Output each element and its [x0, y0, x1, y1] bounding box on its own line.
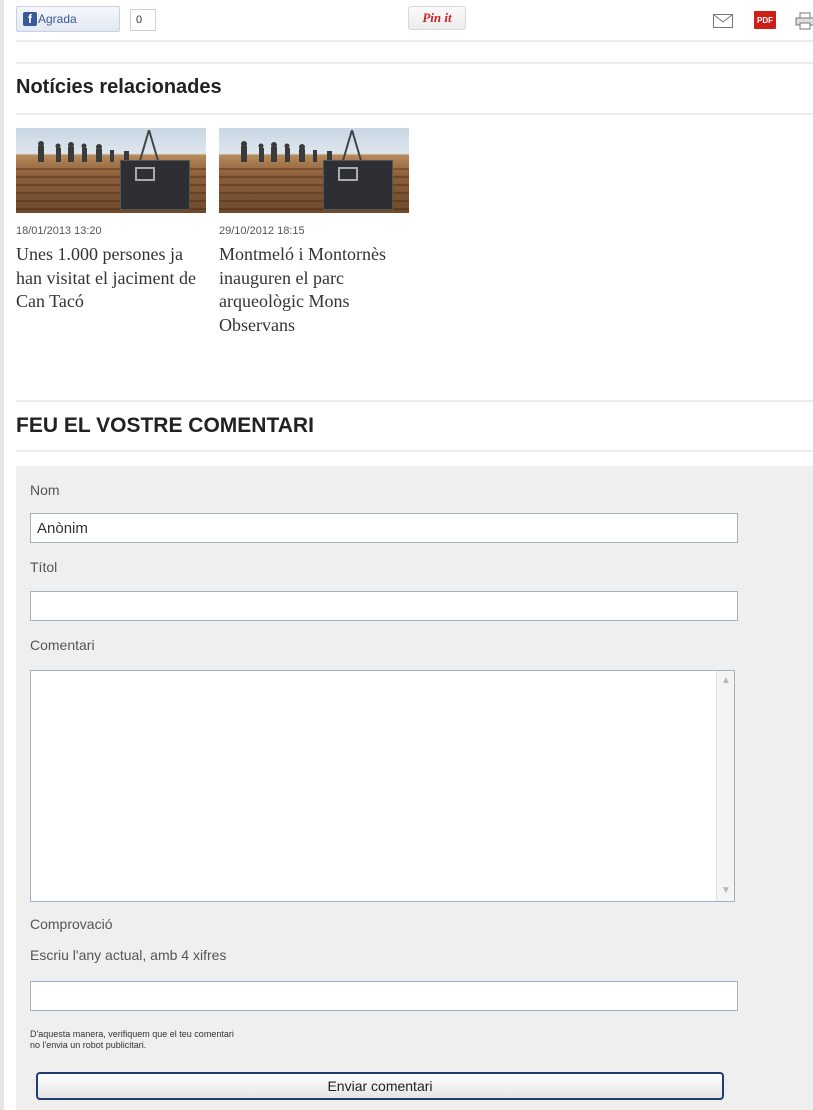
divider: [16, 450, 813, 452]
verification-field[interactable]: [30, 981, 738, 1011]
related-news-item[interactable]: 18/01/2013 13:20 Unes 1.000 persones ja …: [16, 128, 206, 314]
share-bar: f Agrada 0 Pin it PDF: [16, 6, 813, 36]
name-field[interactable]: [30, 513, 738, 543]
mail-icon[interactable]: [713, 14, 733, 28]
divider: [16, 113, 813, 115]
facebook-like-button[interactable]: f Agrada: [16, 6, 120, 32]
title-field[interactable]: [30, 591, 738, 621]
left-border: [0, 0, 4, 1110]
information-sign: [120, 160, 190, 210]
information-sign: [323, 160, 393, 210]
comment-label: Comentari: [30, 637, 95, 653]
comment-form-title: FEU EL VOSTRE COMENTARI: [16, 414, 314, 437]
related-news-list: 18/01/2013 13:20 Unes 1.000 persones ja …: [16, 128, 416, 358]
verification-note: D'aquesta manera, verifiquem que el teu …: [30, 1029, 234, 1051]
divider: [16, 40, 813, 42]
verification-note-line: no l'envia un robot publicitari.: [30, 1040, 147, 1050]
related-news-headline[interactable]: Montmeló i Montornès inauguren el parc a…: [219, 243, 409, 337]
divider: [16, 400, 813, 402]
related-news-headline[interactable]: Unes 1.000 persones ja han visitat el ja…: [16, 243, 206, 314]
facebook-like-label: Agrada: [38, 12, 77, 26]
structure-frame: [341, 130, 363, 164]
scroll-down-icon[interactable]: ▼: [719, 884, 733, 898]
related-news-date: 18/01/2013 13:20: [16, 225, 102, 237]
verification-hint: Escriu l'any actual, amb 4 xifres: [30, 947, 227, 963]
facebook-like-count: 0: [130, 9, 156, 31]
name-label: Nom: [30, 482, 60, 498]
comment-textarea[interactable]: ▲ ▼: [30, 670, 735, 902]
pinterest-button[interactable]: Pin it: [408, 6, 466, 30]
facebook-icon: f: [23, 12, 37, 26]
related-news-title: Notícies relacionades: [16, 76, 222, 98]
textarea-scrollbar[interactable]: ▲ ▼: [716, 671, 734, 901]
title-label: Títol: [30, 559, 58, 575]
related-news-item[interactable]: 29/10/2012 18:15 Montmeló i Montornès in…: [219, 128, 409, 337]
structure-frame: [138, 130, 160, 164]
print-icon[interactable]: [795, 12, 813, 30]
scroll-up-icon[interactable]: ▲: [719, 674, 733, 688]
verification-note-line: D'aquesta manera, verifiquem que el teu …: [30, 1029, 234, 1039]
divider: [16, 62, 813, 64]
submit-comment-button[interactable]: Enviar comentari: [36, 1072, 724, 1100]
pdf-icon[interactable]: PDF: [754, 11, 776, 29]
related-news-date: 29/10/2012 18:15: [219, 225, 305, 237]
related-news-thumbnail[interactable]: [16, 128, 206, 213]
verification-label: Comprovació: [30, 916, 113, 932]
related-news-thumbnail[interactable]: [219, 128, 409, 213]
